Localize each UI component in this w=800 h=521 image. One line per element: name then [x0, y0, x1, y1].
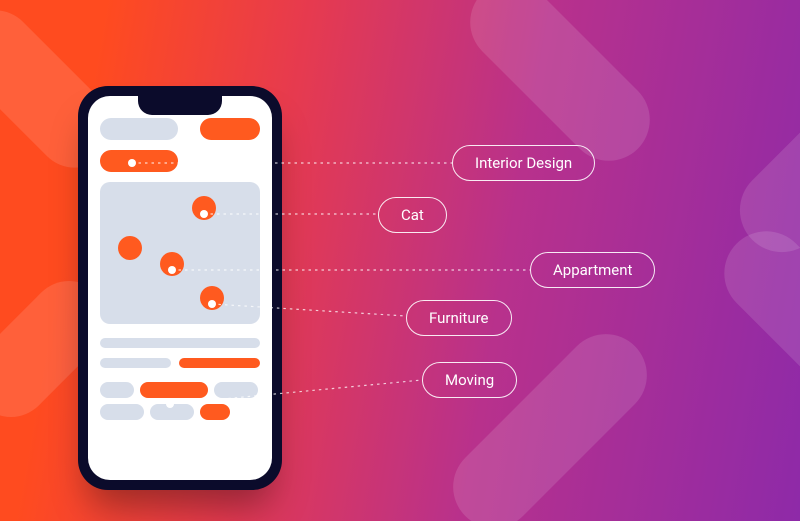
- detection-dot: [118, 236, 142, 260]
- chip-highlight: [200, 404, 230, 420]
- marker-dot: [208, 300, 216, 308]
- tag-interior-design: Interior Design: [452, 145, 595, 181]
- tag-appartment: Appartment: [530, 252, 655, 288]
- tag-moving: Moving: [422, 362, 517, 398]
- marker-dot: [128, 159, 136, 167]
- text-line: [100, 338, 260, 348]
- placeholder-pill: [100, 118, 178, 140]
- chip: [100, 404, 144, 420]
- text-line: [100, 358, 171, 368]
- phone-notch: [138, 95, 222, 115]
- highlight-pill: [200, 118, 260, 140]
- image-placeholder: [100, 182, 260, 324]
- phone-frame: [78, 86, 282, 490]
- text-line-highlight: [179, 358, 260, 368]
- highlight-pill-interior: [100, 150, 178, 172]
- chip: [214, 382, 258, 398]
- chip: [100, 382, 134, 398]
- phone-screen: [88, 96, 272, 480]
- tag-furniture: Furniture: [406, 300, 512, 336]
- marker-dot: [168, 266, 176, 274]
- tag-cat: Cat: [378, 197, 447, 233]
- marker-dot: [166, 400, 174, 408]
- marker-dot: [200, 210, 208, 218]
- chip-highlight-moving: [140, 382, 208, 398]
